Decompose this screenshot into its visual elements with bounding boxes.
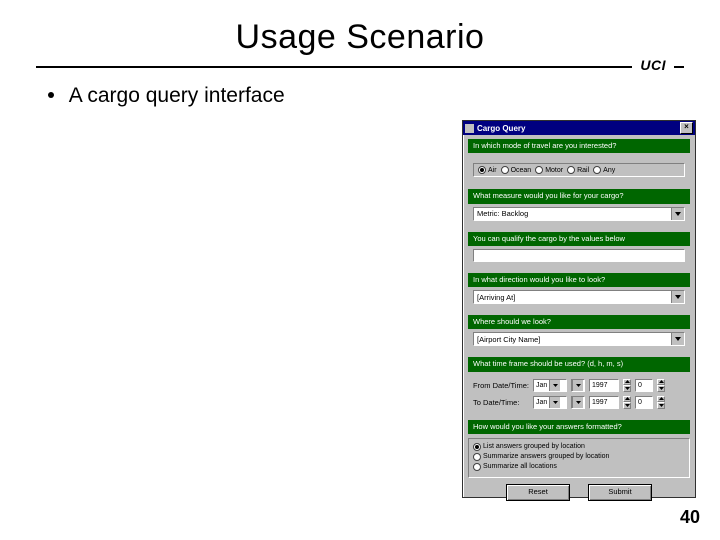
chevron-down-icon (572, 397, 583, 408)
radio-label: Summarize all locations (483, 463, 557, 470)
radio-label: Summarize answers grouped by location (483, 453, 609, 460)
dropdown-value: [Airport City Name] (474, 335, 671, 344)
divider-label: UCI (632, 57, 674, 73)
from-date-row: From Date/Time: Jan 1997 0 (473, 379, 685, 392)
from-extra-input[interactable]: 0 (635, 379, 653, 392)
q3-prompt: You can qualify the cargo by the values … (468, 232, 690, 246)
q2-prompt: What measure would you like for your car… (468, 189, 690, 203)
dropdown-value: [Arriving At] (474, 293, 671, 302)
radio-label: Rail (577, 167, 589, 174)
window-titlebar[interactable]: Cargo Query × (463, 121, 695, 135)
q1-prompt: In which mode of travel are you interest… (468, 139, 690, 153)
to-label: To Date/Time: (473, 398, 529, 407)
dropdown-value: Jan (534, 399, 549, 406)
chevron-down-icon (671, 208, 684, 220)
radio-icon (535, 166, 543, 174)
to-extra-spinner[interactable] (657, 396, 665, 409)
radio-label: Motor (545, 167, 563, 174)
from-year-input[interactable]: 1997 (589, 379, 619, 392)
chevron-down-icon (657, 402, 665, 409)
radio-icon (473, 463, 481, 471)
reset-button[interactable]: Reset (506, 484, 570, 501)
chevron-down-icon (572, 380, 583, 391)
radio-icon (473, 453, 481, 461)
q2-dropdown[interactable]: Metric: Backlog (473, 207, 685, 221)
dropdown-value: Metric: Backlog (474, 209, 671, 218)
bullet-dot-icon (48, 92, 54, 98)
q7-option-2[interactable]: Summarize all locations (473, 463, 685, 471)
radio-icon (501, 166, 509, 174)
from-month-dropdown[interactable]: Jan (533, 379, 567, 392)
close-button[interactable]: × (680, 122, 693, 134)
chevron-down-icon (671, 291, 684, 303)
q1-option-any[interactable]: Any (593, 166, 615, 174)
button-row: Reset Submit (468, 484, 690, 501)
bullet-item: A cargo query interface (48, 84, 285, 108)
slide-title: Usage Scenario (0, 18, 720, 57)
app-icon (465, 124, 474, 133)
divider-line (36, 66, 684, 68)
radio-label: Any (603, 167, 615, 174)
to-month-dropdown[interactable]: Jan (533, 396, 567, 409)
window-title: Cargo Query (477, 124, 680, 133)
from-day-dropdown[interactable] (571, 379, 585, 392)
to-year-spinner[interactable] (623, 396, 631, 409)
to-year-input[interactable]: 1997 (589, 396, 619, 409)
q1-option-ocean[interactable]: Ocean (501, 166, 532, 174)
radio-label: Ocean (511, 167, 532, 174)
q3-input[interactable] (473, 249, 685, 262)
radio-icon (478, 166, 486, 174)
chevron-down-icon (671, 333, 684, 345)
radio-icon (473, 443, 481, 451)
submit-button[interactable]: Submit (588, 484, 652, 501)
q6-prompt: What time frame should be used? (d, h, m… (468, 357, 690, 371)
q5-prompt: Where should we look? (468, 315, 690, 329)
to-extra-input[interactable]: 0 (635, 396, 653, 409)
chevron-down-icon (657, 385, 665, 392)
dropdown-value: Jan (534, 382, 549, 389)
to-day-dropdown[interactable] (571, 396, 585, 409)
from-year-spinner[interactable] (623, 379, 631, 392)
from-extra-spinner[interactable] (657, 379, 665, 392)
cargo-query-window: Cargo Query × In which mode of travel ar… (462, 120, 696, 498)
q7-option-0[interactable]: List answers grouped by location (473, 443, 685, 451)
chevron-down-icon (623, 385, 631, 392)
radio-label: List answers grouped by location (483, 443, 585, 450)
q1-radio-group: Air Ocean Motor Rail (473, 163, 685, 177)
q1-option-air[interactable]: Air (478, 166, 497, 174)
q7-option-1[interactable]: Summarize answers grouped by location (473, 453, 685, 461)
chevron-down-icon (549, 380, 560, 391)
to-date-row: To Date/Time: Jan 1997 0 (473, 396, 685, 409)
chevron-down-icon (549, 397, 560, 408)
page-number: 40 (680, 507, 700, 528)
q4-prompt: In what direction would you like to look… (468, 273, 690, 287)
radio-label: Air (488, 167, 497, 174)
q7-radio-group: List answers grouped by location Summari… (468, 438, 690, 478)
q5-dropdown[interactable]: [Airport City Name] (473, 332, 685, 346)
q7-prompt: How would you like your answers formatte… (468, 420, 690, 434)
radio-icon (567, 166, 575, 174)
radio-icon (593, 166, 601, 174)
bullet-text: A cargo query interface (69, 84, 285, 107)
q1-option-rail[interactable]: Rail (567, 166, 589, 174)
q1-option-motor[interactable]: Motor (535, 166, 563, 174)
from-label: From Date/Time: (473, 381, 529, 390)
q4-dropdown[interactable]: [Arriving At] (473, 290, 685, 304)
chevron-down-icon (623, 402, 631, 409)
